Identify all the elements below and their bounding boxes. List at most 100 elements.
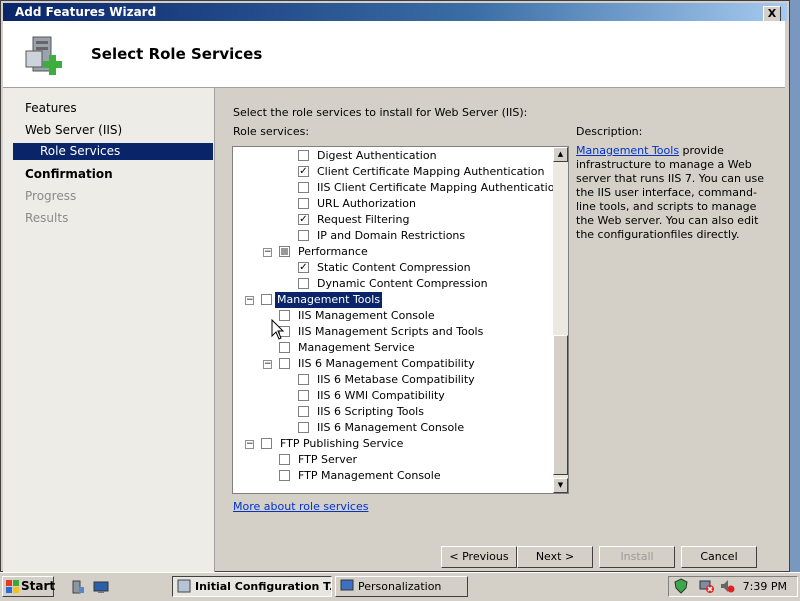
role-service-checkbox[interactable] [261,294,272,305]
tree-row[interactable]: − FTP Publishing Service [237,436,555,452]
role-service-label: Client Certificate Mapping Authenticatio… [317,165,545,178]
tree-row[interactable]: Dynamic Content Compression [237,276,555,292]
scroll-thumb[interactable] [553,335,568,475]
role-service-label: Static Content Compression [317,261,471,274]
tree-scrollbar[interactable]: ▲ ▼ [553,147,568,493]
scroll-down-button[interactable]: ▼ [553,478,568,493]
tree-row[interactable]: − Performance [237,244,555,260]
install-button: Install [599,546,675,568]
close-button[interactable]: X [763,6,781,22]
personalization-icon [340,579,354,591]
expand-collapse-icon[interactable]: − [245,440,254,449]
task-label: Personalization [358,580,442,593]
role-service-label: IIS 6 Management Compatibility [298,357,475,370]
task-label: Initial Configuration T... [195,580,332,593]
expand-collapse-icon[interactable]: − [263,248,272,257]
role-service-checkbox[interactable] [279,454,290,465]
tree-row[interactable]: Management Service [237,340,555,356]
role-service-checkbox[interactable] [298,278,309,289]
start-button[interactable]: Start [2,576,56,597]
server-features-icon [25,36,62,75]
role-service-label: IIS 6 Metabase Compatibility [317,373,475,386]
taskbar: Start Initial Configuration T... Persona… [0,572,800,601]
role-service-label: Performance [298,245,368,258]
role-service-checkbox[interactable] [279,470,290,481]
tree-row[interactable]: FTP Management Console [237,468,555,484]
expand-collapse-icon[interactable]: − [263,360,272,369]
tree-row[interactable]: Static Content Compression [237,260,555,276]
role-service-checkbox[interactable] [279,342,290,353]
role-service-label: Request Filtering [317,213,410,226]
role-service-label: IIS Management Console [298,309,435,322]
tree-row[interactable]: − IIS 6 Management Compatibility [237,356,555,372]
start-label: Start [21,579,56,593]
role-service-label: IIS 6 Scripting Tools [317,405,424,418]
tree-row[interactable]: URL Authorization [237,196,555,212]
role-service-label: FTP Management Console [298,469,441,482]
server-manager-icon[interactable] [70,579,86,595]
role-service-checkbox[interactable] [298,422,309,433]
windows-logo-icon [6,580,19,593]
role-service-checkbox[interactable] [298,166,309,177]
nav-item-results: Results [25,211,69,225]
role-service-checkbox[interactable] [298,230,309,241]
cancel-button[interactable]: Cancel [681,546,757,568]
role-service-checkbox[interactable] [279,246,290,257]
role-service-checkbox[interactable] [298,150,309,161]
nav-item-features[interactable]: Features [25,101,77,115]
role-service-label: IIS 6 Management Console [317,421,465,434]
role-service-label: Management Tools [275,292,383,308]
task-personalization[interactable]: Personalization [335,576,468,597]
role-service-label: FTP Server [298,453,358,466]
nav-item-confirmation[interactable]: Confirmation [25,167,113,181]
role-service-checkbox[interactable] [261,438,272,449]
previous-button[interactable]: < Previous [441,546,517,568]
tree-row[interactable]: IIS 6 Metabase Compatibility [237,372,555,388]
task-initial-configuration[interactable]: Initial Configuration T... [172,576,332,597]
tree-row[interactable]: Client Certificate Mapping Authenticatio… [237,164,555,180]
tree-row[interactable]: Request Filtering [237,212,555,228]
next-button[interactable]: Next > [517,546,593,568]
network-error-icon[interactable] [699,578,715,594]
nav-item-role-services[interactable]: Role Services [13,143,213,160]
tree-row[interactable]: IP and Domain Restrictions [237,228,555,244]
role-service-label: IIS Client Certificate Mapping Authentic… [317,181,562,194]
mouse-cursor-icon [271,319,285,340]
nav-item-progress: Progress [25,189,77,203]
page-title: Select Role Services [91,45,263,63]
tree-row[interactable]: IIS Client Certificate Mapping Authentic… [237,180,561,196]
role-service-checkbox[interactable] [298,262,309,273]
system-tray: 7:39 PM [668,576,798,597]
role-service-checkbox[interactable] [298,182,309,193]
description-label: Description: [576,125,643,138]
role-service-checkbox[interactable] [298,406,309,417]
tree-row[interactable]: IIS 6 Scripting Tools [237,404,555,420]
tree-row[interactable]: IIS 6 WMI Compatibility [237,388,555,404]
role-service-checkbox[interactable] [298,214,309,225]
role-service-checkbox[interactable] [298,390,309,401]
role-service-checkbox[interactable] [298,374,309,385]
tree-row[interactable]: Digest Authentication [237,148,555,164]
instruction-text: Select the role services to install for … [233,106,528,119]
tree-row[interactable]: − Management Tools [237,292,555,308]
role-service-label: Digest Authentication [317,149,437,162]
volume-muted-icon[interactable] [719,578,735,594]
expand-collapse-icon[interactable]: − [245,296,254,305]
scroll-up-button[interactable]: ▲ [553,147,568,162]
window-title: Add Features Wizard [15,5,157,19]
description-link[interactable]: Management Tools [576,144,679,157]
role-service-checkbox[interactable] [298,198,309,209]
tree-row[interactable]: IIS 6 Management Console [237,420,555,436]
role-service-label: Dynamic Content Compression [317,277,488,290]
nav-item-web-server[interactable]: Web Server (IIS) [25,123,122,137]
role-service-checkbox[interactable] [279,358,290,369]
description-text: Management Tools provide infrastructure … [576,144,771,242]
role-service-label: URL Authorization [317,197,416,210]
wizard-header: Select Role Services [3,21,785,88]
security-shield-icon[interactable] [673,578,689,594]
role-service-label: IIS Management Scripts and Tools [298,325,484,338]
show-desktop-icon[interactable] [93,579,109,595]
tree-row[interactable]: FTP Server [237,452,555,468]
initial-config-icon [177,579,191,593]
more-about-role-services-link[interactable]: More about role services [233,500,368,513]
